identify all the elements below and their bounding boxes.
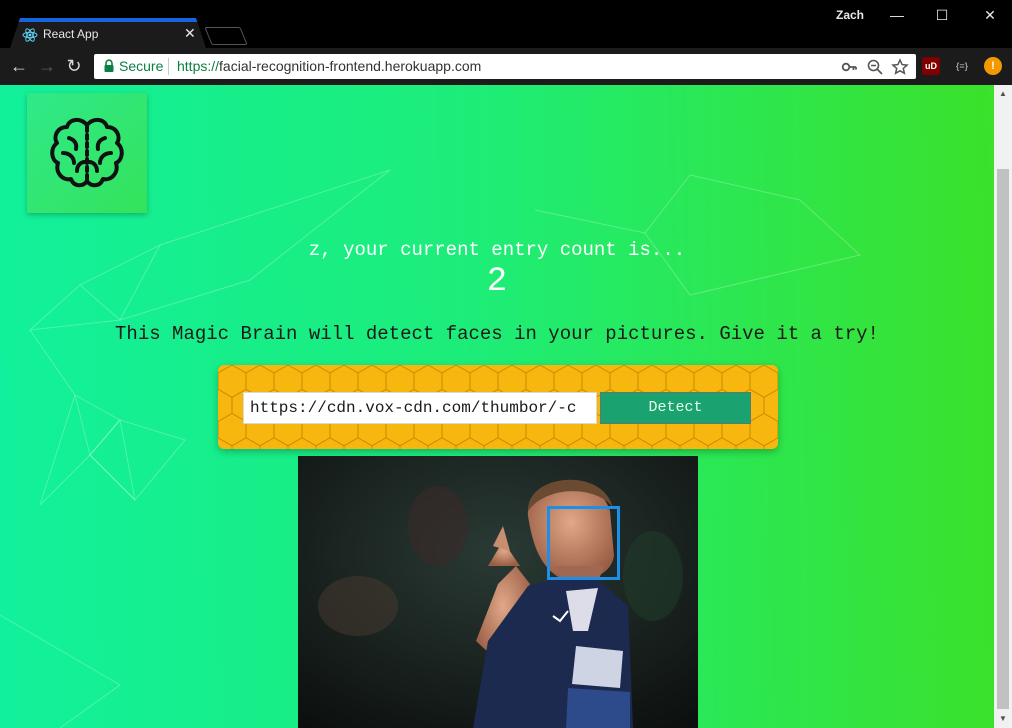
minimize-button[interactable]: — — [882, 4, 912, 26]
key-icon[interactable] — [840, 58, 858, 76]
new-tab-button[interactable] — [204, 27, 248, 45]
url-host: facial-recognition-frontend.herokuapp.co… — [219, 58, 482, 74]
scroll-down-icon[interactable]: ▼ — [994, 712, 1012, 726]
scroll-up-icon[interactable]: ▲ — [994, 87, 1012, 101]
player-photo-illustration — [298, 456, 698, 728]
lock-icon — [104, 59, 114, 72]
back-arrow-icon[interactable]: ← — [8, 54, 30, 78]
tab-title: React App — [43, 27, 99, 41]
star-icon[interactable] — [891, 58, 909, 76]
image-link-form: https://cdn.vox-cdn.com/thumbor/-c Detec… — [218, 365, 778, 449]
page-viewport: z, your current entry count is... 2 This… — [0, 85, 994, 728]
face-bounding-box — [547, 506, 620, 580]
react-icon — [22, 28, 38, 42]
forward-arrow-icon[interactable]: → — [36, 54, 58, 78]
entry-count-text: z, your current entry count is... — [308, 239, 686, 261]
reload-icon[interactable]: ↻ — [63, 54, 85, 78]
brain-icon — [50, 118, 124, 188]
chrome-menu-alert-icon[interactable]: ! — [984, 57, 1002, 75]
tab-close-icon[interactable]: ✕ — [184, 25, 196, 42]
image-url-input[interactable]: https://cdn.vox-cdn.com/thumbor/-c — [243, 392, 597, 424]
url-text[interactable]: https://facial-recognition-frontend.hero… — [177, 58, 481, 74]
json-extension-icon[interactable]: {≡} — [953, 57, 971, 75]
secure-label: Secure — [119, 58, 164, 74]
title-bar: React App ✕ Zach — ☐ ✕ — [0, 0, 1012, 48]
close-window-button[interactable]: ✕ — [975, 4, 1005, 26]
entry-count-number: 2 — [486, 263, 508, 301]
address-bar[interactable]: Secure https://facial-recognition-fronte… — [94, 54, 916, 79]
browser-tab[interactable]: React App ✕ — [10, 18, 206, 48]
page-scrollbar[interactable]: ▲ ▼ — [994, 85, 1012, 728]
scroll-thumb[interactable] — [997, 169, 1009, 709]
url-scheme: https:// — [177, 58, 220, 74]
zoom-out-icon[interactable] — [866, 58, 884, 76]
maximize-button[interactable]: ☐ — [927, 4, 957, 26]
detect-button[interactable]: Detect — [600, 392, 751, 424]
ublock-icon[interactable]: uD — [922, 57, 940, 75]
omnibox-divider — [168, 58, 169, 75]
profile-name[interactable]: Zach — [836, 8, 864, 22]
page-headline: This Magic Brain will detect faces in yo… — [115, 323, 879, 345]
input-photo — [298, 456, 698, 728]
logo-tile — [27, 93, 147, 213]
browser-toolbar: ← → ↻ Secure https://facial-recognition-… — [0, 48, 1012, 85]
